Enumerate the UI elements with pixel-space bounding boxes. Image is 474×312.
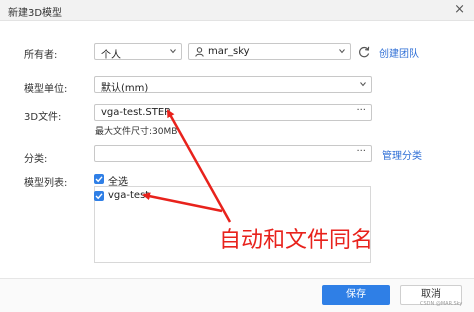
owner-type-select[interactable]: 个人 bbox=[94, 43, 182, 61]
chevron-down-icon bbox=[360, 82, 366, 87]
owner-type-value: 个人 bbox=[101, 50, 121, 61]
save-button[interactable]: 保存 bbox=[322, 285, 390, 305]
file-input[interactable]: vga-test.STEP ··· bbox=[94, 104, 372, 121]
unit-label: 模型单位: bbox=[24, 84, 68, 95]
owner-label: 所有者: bbox=[24, 50, 58, 61]
annotation-text: 自动和文件同名 bbox=[219, 228, 374, 253]
user-icon bbox=[195, 47, 204, 57]
checkmark-icon bbox=[95, 193, 103, 200]
window-title: 新建3D模型 bbox=[8, 8, 63, 19]
model-item-label: vga-test bbox=[108, 190, 150, 201]
unit-value: 默认(mm) bbox=[101, 83, 149, 94]
max-file-size-hint: 最大文件尺寸:30MB bbox=[95, 127, 178, 137]
category-label: 分类: bbox=[24, 154, 48, 165]
manage-category-link[interactable]: 管理分类 bbox=[382, 147, 422, 162]
watermark: CSDN @MAR.Sky bbox=[420, 301, 463, 307]
checkmark-icon bbox=[95, 176, 103, 183]
select-all-checkbox[interactable] bbox=[94, 174, 104, 184]
owner-user-select[interactable]: mar_sky bbox=[188, 43, 351, 60]
model-list-label: 模型列表: bbox=[24, 178, 68, 189]
browse-file-button[interactable]: ··· bbox=[356, 105, 366, 116]
file-value: vga-test.STEP bbox=[101, 107, 171, 118]
model-item-checkbox[interactable] bbox=[94, 191, 104, 201]
chevron-down-icon bbox=[170, 49, 176, 54]
create-team-link[interactable]: 创建团队 bbox=[379, 45, 419, 60]
browse-category-button[interactable]: ··· bbox=[356, 146, 366, 157]
unit-select[interactable]: 默认(mm) bbox=[94, 76, 372, 94]
title-bar: 新建3D模型 × bbox=[0, 0, 474, 21]
owner-user-value: mar_sky bbox=[208, 46, 250, 57]
file-label: 3D文件: bbox=[24, 112, 62, 123]
close-icon[interactable]: × bbox=[454, 2, 465, 18]
category-input[interactable]: ··· bbox=[94, 145, 372, 162]
refresh-icon[interactable] bbox=[357, 45, 371, 59]
chevron-down-icon bbox=[339, 49, 345, 54]
